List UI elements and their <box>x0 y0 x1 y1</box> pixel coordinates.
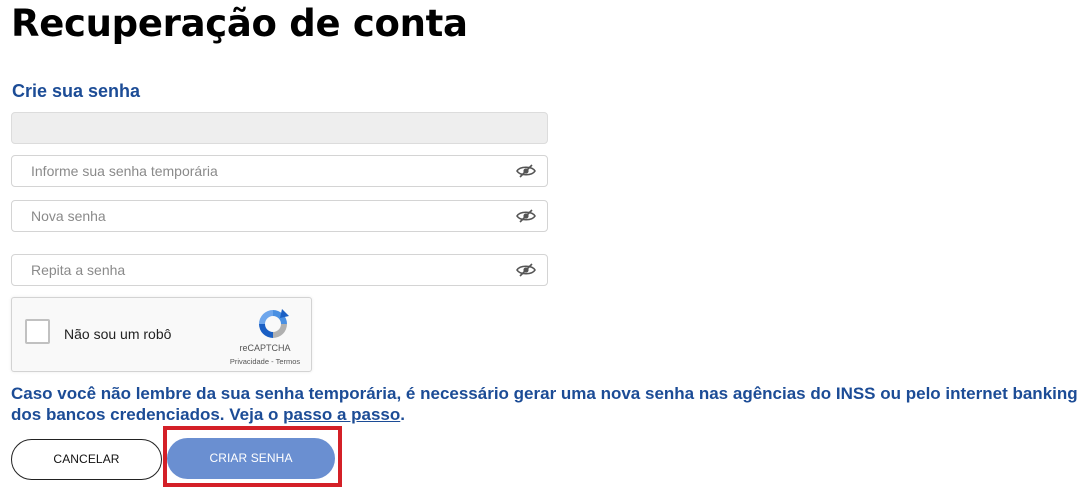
cancel-button[interactable]: CANCELAR <box>11 439 162 480</box>
recaptcha-terms-link[interactable]: Termos <box>276 357 301 366</box>
recaptcha-logo-icon <box>259 309 289 338</box>
eye-slash-icon[interactable] <box>516 209 536 223</box>
recaptcha-privacy-link[interactable]: Privacidade <box>230 357 269 366</box>
temp-password-input[interactable] <box>31 156 511 186</box>
page-title: Recuperação de conta <box>11 2 468 45</box>
repeat-password-field[interactable] <box>11 254 548 286</box>
temp-password-field[interactable] <box>11 155 548 187</box>
recaptcha-checkbox[interactable] <box>25 319 50 344</box>
new-password-field[interactable] <box>11 200 548 232</box>
cpf-input <box>31 113 511 143</box>
notice-end: . <box>400 405 406 424</box>
recaptcha-label: Não sou um robô <box>64 326 172 342</box>
temporary-password-notice: Caso você não lembre da sua senha tempor… <box>11 383 1079 425</box>
cpf-field <box>11 112 548 144</box>
step-by-step-link[interactable]: passo a passo <box>283 405 400 424</box>
section-title: Crie sua senha <box>12 81 141 101</box>
eye-slash-icon[interactable] <box>516 164 536 178</box>
create-password-button[interactable]: CRIAR SENHA <box>167 438 335 479</box>
recaptcha-links: Privacidade - Termos <box>218 357 312 366</box>
repeat-password-input[interactable] <box>31 255 511 285</box>
new-password-input[interactable] <box>31 201 511 231</box>
recaptcha-brand: reCAPTCHA <box>239 343 291 353</box>
recaptcha-widget: Não sou um robô reCAPTCHA Privacidade - … <box>11 297 312 372</box>
eye-slash-icon[interactable] <box>516 263 536 277</box>
notice-text: Caso você não lembre da sua senha tempor… <box>11 384 1078 424</box>
